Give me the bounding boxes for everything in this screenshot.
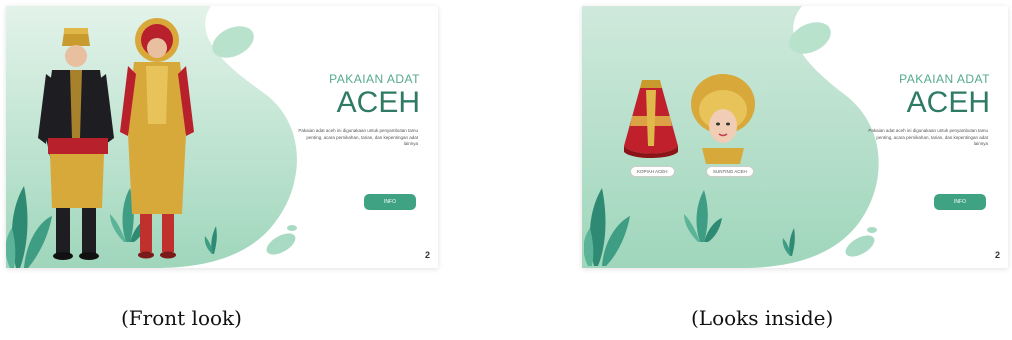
caption-front-look: (Front look) [121,306,242,330]
page-number: 2 [424,250,430,260]
sunting-aceh-image [691,74,755,164]
main-title: ACEH [336,86,420,119]
slide-looks-inside: KOPIAH ACEH SUNTING ACEH PAKAIAN ADAT AC… [582,6,1008,268]
info-button[interactable]: INFO [934,194,986,210]
caption-looks-inside: (Looks inside) [691,306,834,330]
title-block: PAKAIAN ADAT ACEH [899,72,990,119]
description-text: Pakaian adat aceh ini digunakaan untuk p… [298,128,418,146]
man-traditional-costume [38,28,114,260]
page-number: 2 [994,250,1000,260]
pre-title: PAKAIAN ADAT [329,72,420,86]
description-text: Pakaian adat aceh ini digunakaan untuk p… [868,128,988,146]
woman-traditional-costume [120,18,194,259]
plant-small [782,228,795,256]
plant-middle [684,190,722,242]
kopiah-aceh-image [624,80,678,158]
title-block: PAKAIAN ADAT ACEH [329,72,420,119]
plant-left [584,188,630,266]
plant-small [204,226,217,254]
item-label-kopiah: KOPIAH ACEH [630,166,675,177]
info-button[interactable]: INFO [364,194,416,210]
slide-front-look: PAKAIAN ADAT ACEH Pakaian adat aceh ini … [6,6,438,268]
main-title: ACEH [906,86,990,119]
pre-title: PAKAIAN ADAT [899,72,990,86]
item-label-sunting: SUNTING ACEH [706,166,754,177]
